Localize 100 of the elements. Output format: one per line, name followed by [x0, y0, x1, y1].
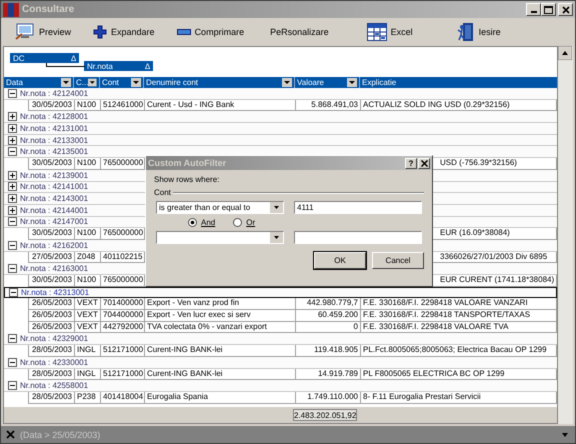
group-label: Nr.nota : 42133001: [20, 136, 88, 145]
table-cell: Eurogalia Spania: [144, 392, 295, 404]
monitor-icon: [15, 23, 35, 41]
radio-option[interactable]: And: [188, 218, 216, 227]
total-value: 2.483.202.051,92: [293, 409, 357, 421]
toolbar-button[interactable]: Expandare: [89, 23, 159, 41]
filter-dropdown-icon[interactable]: [131, 78, 141, 87]
group-label: Nr.nota : 42135001: [20, 147, 88, 156]
operator-dropdown[interactable]: is greater than or equal to: [156, 201, 284, 214]
app-icon: [3, 2, 19, 16]
group-label: Cont: [154, 188, 171, 197]
table-cell: 704400000: [100, 310, 144, 322]
minus-icon: [176, 29, 191, 35]
collapse-icon[interactable]: [8, 264, 17, 274]
maximize-button[interactable]: [541, 3, 556, 16]
table-cell: F.E. 330168/F.I. 2298418 TANSPORTE/TAXAS: [360, 310, 558, 322]
toolbar-button[interactable]: Iesire: [452, 20, 505, 44]
scroll-up-icon[interactable]: [558, 46, 572, 60]
filter-dropdown-icon[interactable]: [61, 78, 71, 87]
collapse-icon[interactable]: [9, 288, 18, 298]
collapse-icon[interactable]: [8, 217, 17, 226]
group-row[interactable]: Nr.nota : 42558001: [4, 380, 558, 392]
dialog-button[interactable]: Cancel: [372, 252, 424, 269]
value-field[interactable]: [294, 231, 422, 244]
exit-door-icon: [456, 22, 475, 42]
group-row[interactable]: Nr.nota : 42330001: [4, 356, 558, 368]
expand-icon[interactable]: [8, 136, 17, 145]
collapse-icon[interactable]: [8, 334, 17, 344]
table-cell: 701400000: [100, 298, 144, 310]
collapse-icon[interactable]: [8, 381, 17, 390]
group-label: Nr.nota : 42162001: [20, 240, 88, 250]
toolbar-button[interactable]: Preview: [11, 21, 76, 43]
filter-dropdown-icon[interactable]: [347, 78, 357, 87]
table-cell: 8- F.11 Eurogalia Prestari Servicii: [360, 392, 558, 404]
group-label: Nr.nota : 42147001: [20, 217, 88, 226]
spreadsheet-icon: [366, 23, 387, 41]
clear-filter-icon[interactable]: [6, 430, 15, 439]
operator-dropdown[interactable]: [156, 231, 284, 244]
expand-icon[interactable]: [8, 170, 17, 180]
group-label: Nr.nota : 42124001: [20, 88, 88, 98]
group-label: Nr.nota : 42329001: [20, 334, 88, 344]
dialog-button[interactable]: OK: [314, 252, 366, 269]
value-field[interactable]: 4111: [294, 201, 422, 214]
table-cell: 26/05/2003: [28, 298, 74, 310]
table-cell: F.E. 330168/F.I. 2298418 VALOARE VANZARI: [360, 298, 558, 310]
table-cell: VEXT: [74, 298, 100, 310]
minimize-icon: [530, 11, 536, 13]
expand-icon[interactable]: [8, 194, 17, 204]
close-button[interactable]: [558, 3, 573, 16]
table-cell: 60.459.200: [295, 310, 360, 322]
group-label: Nr.nota : 42128001: [20, 112, 88, 122]
column-header[interactable]: Explicatie: [360, 77, 558, 88]
filter-text: (Data > 25/05/2003): [20, 430, 102, 440]
toolbar-button[interactable]: Excel: [362, 21, 417, 43]
maximize-icon: [544, 6, 553, 14]
table-cell: Export - Ven lucr exec si serv: [144, 310, 295, 322]
plus-icon: [93, 25, 108, 39]
close-icon: [562, 6, 570, 14]
group-label: Nr.nota : 42558001: [20, 381, 88, 390]
close-button[interactable]: [418, 158, 430, 168]
expand-icon[interactable]: [8, 124, 17, 133]
table-cell: 26/05/2003: [28, 310, 74, 322]
group-label: Nr.nota : 42313001: [21, 288, 90, 298]
filter-dropdown-icon[interactable]: [282, 78, 292, 87]
collapse-icon[interactable]: [8, 88, 17, 98]
group-row[interactable]: Nr.nota : 42133001: [4, 134, 558, 146]
filter-dropdown-icon[interactable]: [88, 78, 97, 87]
group-row[interactable]: Nr.nota : 42329001: [4, 333, 558, 346]
table-cell: VEXT: [74, 310, 100, 322]
scrollbar[interactable]: [558, 46, 573, 424]
dialog-title: Custom AutoFilter: [148, 158, 228, 168]
expand-icon[interactable]: [8, 112, 17, 122]
radio-icon[interactable]: [188, 218, 197, 227]
help-button[interactable]: ?: [405, 158, 417, 168]
group-row[interactable]: Nr.nota : 42313001: [4, 286, 558, 298]
window-title: Consultare: [22, 4, 76, 15]
collapse-icon[interactable]: [8, 358, 17, 367]
group-row[interactable]: Nr.nota : 42124001: [4, 88, 558, 100]
table-cell: 442.980.779,7: [295, 298, 360, 310]
group-label: Nr.nota : 42144001: [20, 206, 88, 215]
expand-icon[interactable]: [8, 206, 17, 215]
group-label: Nr.nota : 42163001: [20, 264, 88, 274]
group-label: Nr.nota : 42330001: [20, 358, 88, 367]
radio-option[interactable]: Or: [233, 218, 256, 227]
table-cell: Export - Ven vanz prod fin: [144, 298, 295, 310]
table-cell: 401418004: [100, 392, 144, 404]
group-row[interactable]: Nr.nota : 42128001: [4, 111, 558, 124]
toolbar-button[interactable]: Comprimare: [172, 25, 248, 39]
collapse-icon[interactable]: [8, 147, 17, 156]
table-cell: 28/05/2003: [28, 392, 74, 404]
group-by-field[interactable]: Nr.nota ∆: [84, 61, 153, 71]
group-by-field[interactable]: DC ∆: [10, 53, 79, 63]
radio-icon[interactable]: [233, 218, 242, 227]
group-label: Nr.nota : 42143001: [20, 194, 88, 204]
expand-icon[interactable]: [8, 182, 17, 192]
minimize-button[interactable]: [526, 3, 541, 16]
collapse-icon[interactable]: [8, 240, 17, 250]
toolbar-button[interactable]: PeRsonalizare: [266, 25, 333, 39]
group-row[interactable]: Nr.nota : 42131001: [4, 123, 558, 135]
group-label: Nr.nota : 42131001: [20, 124, 88, 133]
